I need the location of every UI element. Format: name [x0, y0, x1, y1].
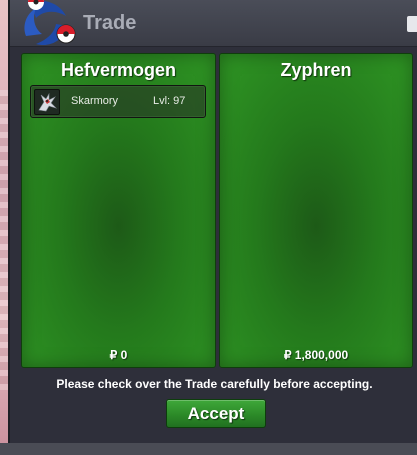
left-player-name: Hefvermogen	[60, 60, 177, 80]
trade-panel-left: Hefvermogen Skarmory Lvl: 97 ₽ 0	[21, 53, 216, 368]
pokemon-name: Skarmory	[71, 95, 119, 107]
trade-panel-right: Zyphren ₽ 1,800,000	[219, 53, 413, 368]
window-edge-tab	[407, 16, 417, 32]
right-money-offer: ₽ 1,800,000	[283, 348, 349, 362]
right-player-name: Zyphren	[280, 60, 352, 80]
trade-titlebar[interactable]: Trade	[10, 0, 417, 47]
trade-item-slot[interactable]: Skarmory Lvl: 97	[30, 85, 206, 118]
pokemon-level: Lvl: 97	[153, 95, 186, 107]
game-screen: Trade Hefvermogen Skarmory Lvl: 97 ₽ 0 Z…	[0, 0, 417, 455]
trade-window: Trade Hefvermogen Skarmory Lvl: 97 ₽ 0 Z…	[8, 0, 417, 443]
skarmory-sprite-icon	[34, 89, 60, 115]
window-title: Trade	[83, 12, 137, 34]
accept-button[interactable]: Accept	[166, 399, 266, 428]
bottom-edge	[0, 443, 417, 455]
trade-notice: Please check over the Trade carefully be…	[56, 377, 373, 391]
pokeball-swirl-icon	[24, 0, 76, 46]
left-money-offer: ₽ 0	[109, 348, 128, 362]
